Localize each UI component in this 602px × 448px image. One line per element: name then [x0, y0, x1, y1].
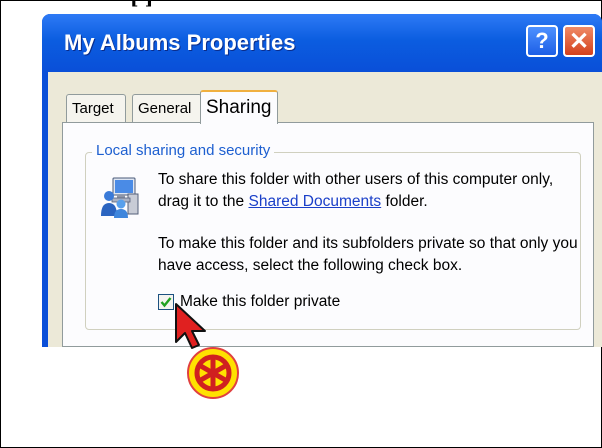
header-cutoff-text: [ ] [130, 0, 153, 9]
properties-dialog: My Albums Properties ? ✕ Target General … [42, 14, 602, 347]
tab-sharing[interactable]: Sharing [200, 90, 278, 124]
click-marker-icon [187, 347, 239, 399]
help-icon: ? [535, 28, 549, 53]
help-button[interactable]: ? [526, 25, 558, 57]
group-legend: Local sharing and security [92, 142, 275, 159]
shared-documents-link[interactable]: Shared Documents [248, 193, 381, 210]
tab-general[interactable]: General [132, 94, 202, 122]
local-sharing-group: Local sharing and security To share this… [85, 142, 581, 330]
mouse-cursor-icon [175, 303, 206, 349]
tab-target[interactable]: Target [66, 94, 126, 122]
close-icon: ✕ [568, 27, 590, 55]
private-instruction-text: To make this folder and its subfolders p… [158, 235, 578, 274]
title-bar: My Albums Properties ? ✕ [42, 14, 602, 72]
window-title: My Albums Properties [64, 30, 296, 55]
dialog-client-area: Target General Sharing Local sharing and… [48, 72, 602, 347]
share-instruction-text: To share this folder with other users of… [158, 169, 578, 213]
share-instruction-end: folder. [381, 193, 428, 210]
checkmark-icon [160, 297, 172, 308]
close-button[interactable]: ✕ [563, 25, 595, 57]
computer-users-icon [101, 177, 139, 218]
sharing-tab-page: Local sharing and security To share this… [62, 122, 594, 347]
